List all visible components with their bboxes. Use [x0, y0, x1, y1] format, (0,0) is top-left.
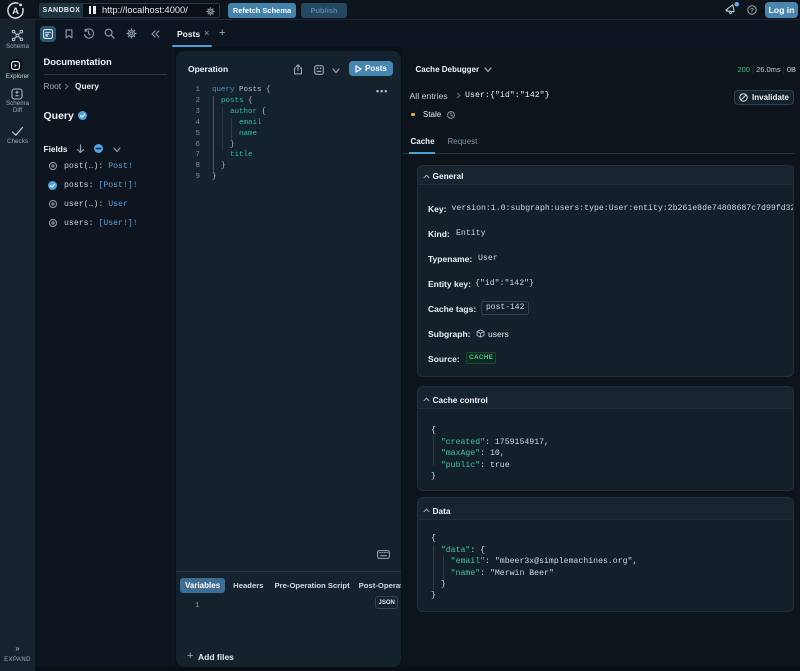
svg-text:?: ? [750, 7, 754, 14]
svg-text:A: A [12, 6, 19, 17]
